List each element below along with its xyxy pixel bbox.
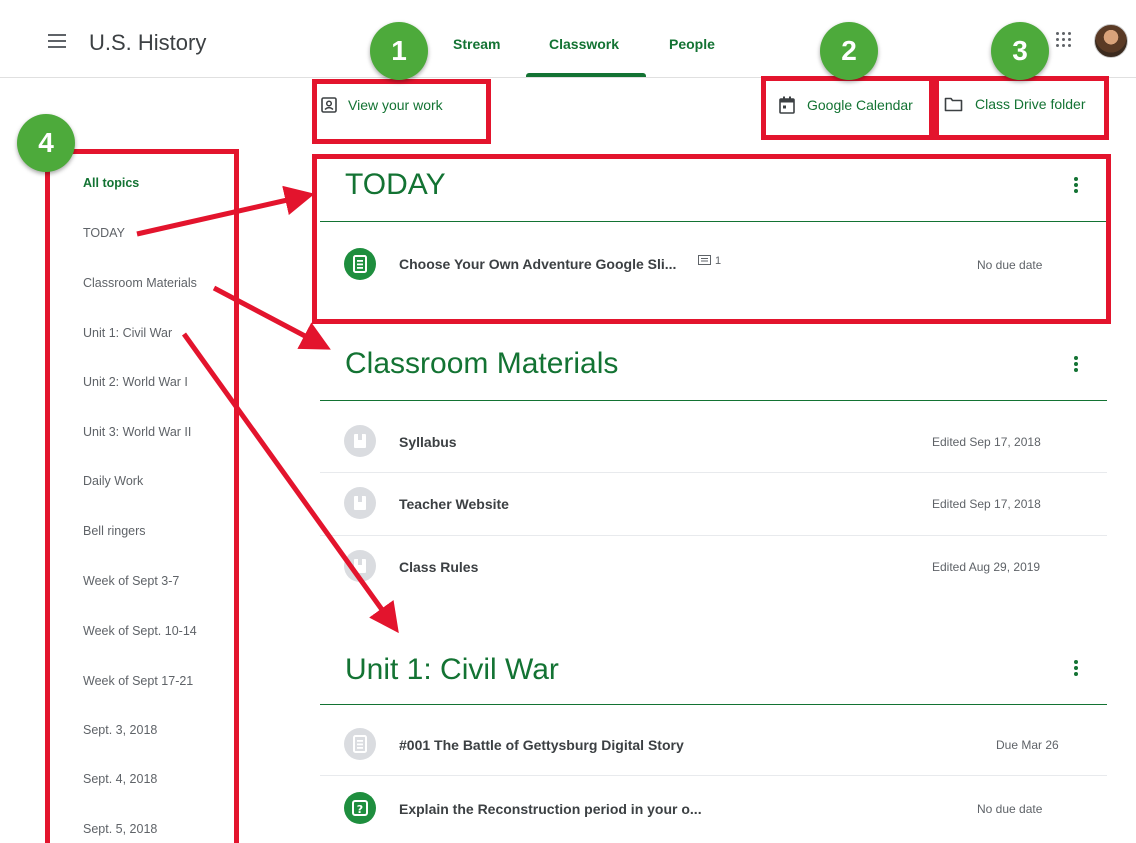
arrow-to-today xyxy=(136,185,315,237)
annotation-badge-1: 1 xyxy=(370,22,428,80)
arrow-to-classroom-materials xyxy=(212,285,331,350)
arrow-to-unit-1 xyxy=(181,332,399,634)
annotation-arrows xyxy=(136,185,399,634)
annotation-badge-4: 4 xyxy=(17,114,75,172)
annotation-badge-3: 3 xyxy=(991,22,1049,80)
annotation-badge-2: 2 xyxy=(820,22,878,80)
